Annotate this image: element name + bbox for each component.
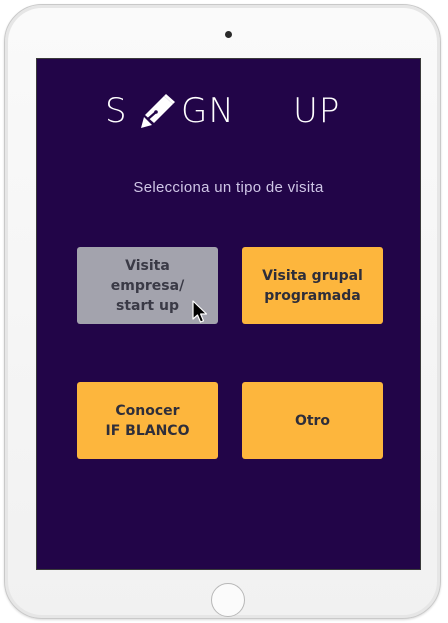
cursor-arrow-icon <box>192 300 208 323</box>
title-part-gn: GN <box>181 91 235 131</box>
app-screen: S GN UP Selecciona un tipo de visita Vis… <box>36 58 421 570</box>
pen-icon <box>141 94 175 128</box>
option-conocer-if-blanco-button[interactable]: Conocer IF BLANCO <box>77 382 218 459</box>
title-part-s: S <box>105 91 128 131</box>
option-visita-grupal-button[interactable]: Visita grupal programada <box>242 247 383 324</box>
visit-type-prompt: Selecciona un tipo de visita <box>133 179 324 196</box>
title-part-up: UP <box>293 91 341 131</box>
sign-up-title: S GN UP <box>37 89 420 133</box>
home-button[interactable] <box>211 583 245 617</box>
option-otro-button[interactable]: Otro <box>242 382 383 459</box>
tablet-frame: S GN UP Selecciona un tipo de visita Vis… <box>4 4 441 619</box>
camera-icon <box>225 31 232 38</box>
